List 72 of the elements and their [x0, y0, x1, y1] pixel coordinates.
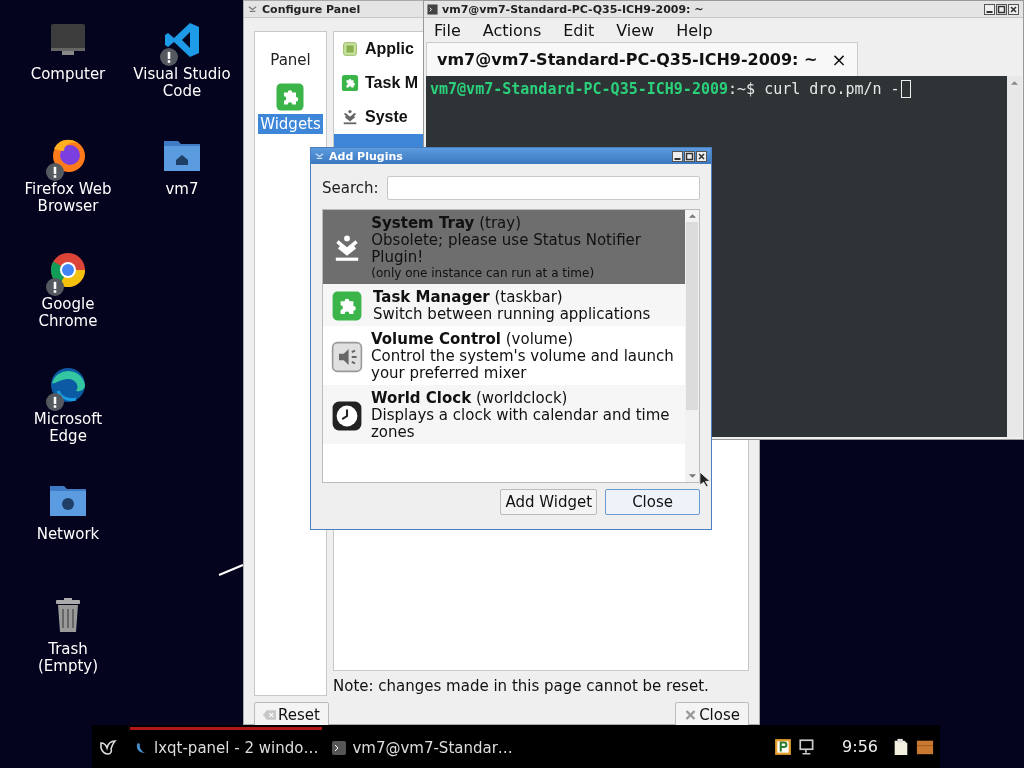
- stroke-line: [218, 564, 244, 576]
- search-label: Search:: [322, 179, 379, 197]
- note-text: Note: changes made in this page cannot be reset.: [333, 677, 710, 695]
- add-widget-button[interactable]: Add Widget: [500, 489, 598, 515]
- menu-item[interactable]: Help: [676, 20, 713, 40]
- reset-button[interactable]: Reset: [254, 702, 329, 728]
- scroll-up-icon[interactable]: [1010, 80, 1019, 86]
- window-title: Configure Panel: [262, 2, 361, 16]
- terminal-icon: [427, 3, 438, 15]
- plugin-description: Control the system's volume and launch your preferred mixer: [371, 348, 675, 382]
- plugin-name: Task Manager (taskbar): [373, 289, 564, 306]
- plugin-note: (only one instance can run at a time): [371, 266, 596, 281]
- desktop-icon-label[interactable]: Computer: [30, 66, 106, 83]
- menu-item[interactable]: View: [616, 20, 655, 40]
- menu-item[interactable]: File: [434, 20, 461, 40]
- window-title: vm7@vm7-Standard-PC-Q35-ICH9-2009: ~: [442, 2, 704, 16]
- widget-row[interactable]: Syste: [334, 100, 423, 134]
- plugin-row[interactable]: Task Manager (taskbar) Switch between running applications: [323, 284, 685, 326]
- widget-row[interactable]: Applic: [334, 32, 423, 66]
- text-cursor: [900, 80, 911, 98]
- sidebar-item[interactable]: Widgets: [258, 114, 323, 134]
- window-controls-icon[interactable]: [672, 150, 708, 162]
- plugin-row[interactable]: World Clock (worldclock) Displays a clock with calendar and time zones: [323, 385, 685, 444]
- sidebar-item[interactable]: Panel: [268, 50, 313, 70]
- app-icon: [341, 40, 359, 58]
- plugin-name: Volume Control (volume): [371, 331, 574, 348]
- taskbar-task[interactable]: vm7@vm7-Standar…: [328, 726, 517, 767]
- clear-icon: [263, 709, 276, 721]
- window-icon: [314, 150, 325, 162]
- menu-item[interactable]: Edit: [563, 20, 595, 40]
- window-title: Add Plugins: [329, 149, 403, 163]
- search-field[interactable]: [386, 176, 700, 200]
- plugin-description: Obsolete; please use Status Notifier Plugin!: [371, 232, 642, 266]
- chrome-ball-icon: [48, 250, 88, 290]
- scrollbar[interactable]: [1007, 76, 1022, 437]
- scroll-up-icon[interactable]: [687, 213, 697, 219]
- scroll-down-icon[interactable]: [687, 473, 697, 479]
- download-tray-icon: [341, 108, 359, 126]
- menu-item[interactable]: Actions: [482, 20, 542, 40]
- close-button[interactable]: Close: [605, 489, 700, 515]
- speaker-icon: [331, 340, 363, 373]
- clock-text[interactable]: 9:56: [842, 737, 878, 756]
- close-tab-button[interactable]: ×: [831, 49, 847, 70]
- plugin-row[interactable]: Volume Control (volume) Control the system's volume and launch your preferred mixer: [323, 326, 685, 385]
- window-icon: [247, 3, 258, 15]
- terminal-tab[interactable]: vm7@vm7-Standard-PC-Q35-ICH9-2009: ~ ×: [426, 42, 858, 76]
- plugin-description: Displays a clock with calendar and time zones: [371, 407, 671, 441]
- plugin-name: World Clock (worldclock): [371, 390, 569, 407]
- terminal-icon: [332, 741, 347, 755]
- desktop-icon-label[interactable]: Firefox Web Browser: [18, 181, 118, 215]
- puzzle-icon: [331, 290, 363, 322]
- desktop-icon-label[interactable]: Trash (Empty): [18, 641, 118, 675]
- desktop-icon-label[interactable]: Google Chrome: [18, 296, 118, 330]
- close-button[interactable]: Close: [675, 702, 749, 728]
- plugin-description: Switch between running applications: [373, 306, 651, 323]
- plugin-name: System Tray (tray): [371, 215, 522, 232]
- scrollbar[interactable]: [685, 210, 699, 482]
- plugin-row[interactable]: System Tray (tray) Obsolete; please use Status Notifier Plugin! (only one instance can run at a time): [323, 210, 685, 284]
- desktop-icon-label[interactable]: Network: [36, 526, 100, 543]
- taskbar-task[interactable]: lxqt-panel - 2 windo…: [130, 726, 323, 767]
- widget-row[interactable]: Task M: [334, 66, 423, 100]
- close-icon: [684, 709, 698, 721]
- desktop-icon-label[interactable]: Visual Studio Code: [132, 66, 232, 100]
- desktop-icon-label[interactable]: vm7: [165, 181, 199, 198]
- code-editor-icon: [162, 20, 202, 60]
- puzzle-icon: [341, 74, 359, 92]
- desktop-icon-label[interactable]: Microsoft Edge: [18, 411, 118, 445]
- wave-globe-icon: [48, 365, 88, 405]
- clock-icon: [331, 399, 363, 432]
- note-icon[interactable]: [892, 737, 910, 756]
- command-line: vm7@vm7-Standard-PC-Q35-ICH9-2009:~$ curl dro.pm/n -: [430, 80, 900, 98]
- clipboard-icon[interactable]: [774, 737, 793, 756]
